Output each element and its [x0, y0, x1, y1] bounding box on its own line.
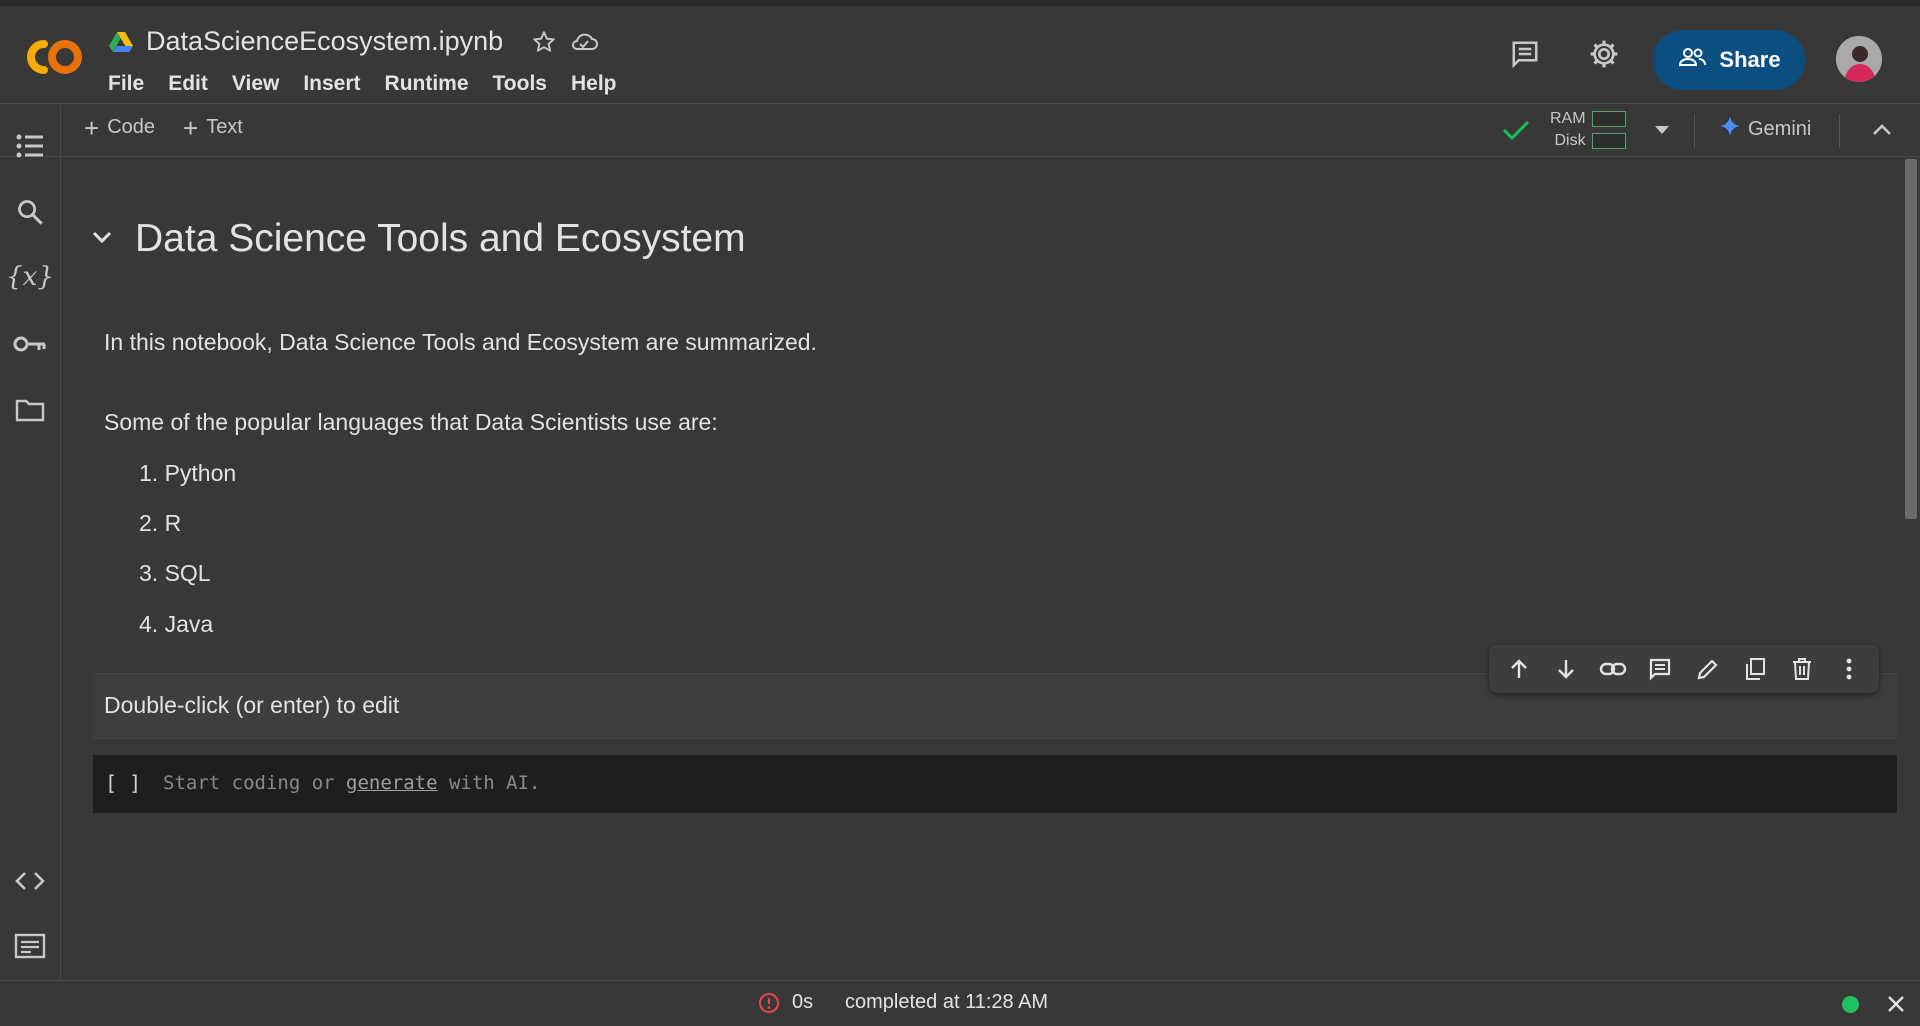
add-code-label: Code — [107, 116, 155, 138]
run-cell-indicator[interactable]: [ ] — [105, 771, 141, 795]
search-icon[interactable] — [10, 192, 50, 232]
table-of-contents-icon[interactable] — [10, 126, 50, 166]
command-palette-icon[interactable] — [10, 926, 50, 966]
share-label: Share — [1719, 47, 1781, 72]
files-folder-icon[interactable] — [10, 390, 50, 430]
share-button[interactable]: Share — [1653, 30, 1805, 90]
comments-icon[interactable] — [1503, 32, 1547, 76]
collapse-section-chevron-icon[interactable] — [91, 230, 113, 249]
menu-help[interactable]: Help — [559, 70, 629, 98]
add-comment-icon[interactable] — [1643, 652, 1677, 686]
status-bar: 0s completed at 11:28 AM — [0, 980, 1920, 1026]
gemini-button[interactable]: Gemini — [1720, 116, 1811, 142]
section-heading: Data Science Tools and Ecosystem — [135, 217, 746, 260]
notebook-content: Data Science Tools and Ecosystem In this… — [61, 157, 1901, 979]
intro-paragraph: In this notebook, Data Science Tools and… — [104, 329, 817, 355]
list-item: 2. R — [139, 510, 182, 536]
menu-view[interactable]: View — [220, 70, 291, 98]
menu-bar: File Edit View Insert Runtime Tools Help — [108, 70, 629, 98]
disk-usage-bar — [1591, 132, 1626, 149]
collapse-header-icon[interactable] — [1860, 108, 1904, 152]
left-sidebar: {𝑥} — [0, 105, 61, 980]
toolbar-divider — [1694, 114, 1695, 148]
people-icon — [1677, 45, 1707, 75]
variables-icon[interactable]: {𝑥} — [6, 257, 54, 297]
code-cell-placeholder[interactable]: Start coding or generate with AI. — [163, 772, 541, 794]
colab-logo[interactable] — [20, 34, 86, 80]
runtime-dropdown-icon[interactable] — [1640, 108, 1684, 152]
more-options-icon[interactable] — [1832, 652, 1866, 686]
menu-runtime[interactable]: Runtime — [373, 70, 481, 98]
menu-edit[interactable]: Edit — [156, 70, 220, 98]
list-item: 1. Python — [139, 460, 237, 486]
add-text-label: Text — [206, 116, 243, 138]
cell-toolbar — [1489, 645, 1879, 693]
delete-trash-icon[interactable] — [1785, 652, 1819, 686]
add-text-button[interactable]: + Text — [183, 112, 243, 143]
resource-monitor[interactable]: RAM Disk — [1550, 108, 1626, 152]
placeholder-text: with AI. — [437, 772, 541, 794]
plus-icon: + — [183, 112, 199, 143]
code-snippets-icon[interactable] — [10, 861, 50, 901]
close-status-icon[interactable] — [1886, 994, 1906, 1019]
execution-duration: 0s — [792, 991, 814, 1013]
title-row: DataScienceEcosystem.ipynb — [106, 26, 599, 57]
toolbar-divider — [1839, 114, 1840, 148]
gemini-label: Gemini — [1748, 117, 1812, 140]
section-heading-row: Data Science Tools and Ecosystem — [91, 217, 746, 261]
move-cell-up-icon[interactable] — [1502, 652, 1536, 686]
mirror-cell-icon[interactable] — [1738, 652, 1772, 686]
menu-file[interactable]: File — [108, 70, 156, 98]
menu-tools[interactable]: Tools — [481, 70, 559, 98]
notebook-toolbar: + Code + Text RAM Disk Gemini — [0, 104, 1920, 157]
plus-icon: + — [84, 112, 100, 143]
add-code-button[interactable]: + Code — [84, 112, 155, 143]
ram-label: RAM — [1550, 110, 1586, 127]
move-cell-down-icon[interactable] — [1549, 652, 1583, 686]
cloud-saved-icon[interactable] — [569, 27, 599, 57]
completion-status: completed at 11:28 AM — [845, 991, 1049, 1013]
runtime-status-dot[interactable] — [1842, 996, 1859, 1013]
vertical-scrollbar[interactable] — [1902, 157, 1920, 979]
placeholder-text: Start coding or — [163, 772, 347, 794]
generate-link[interactable]: generate — [346, 772, 438, 794]
ram-usage-bar — [1591, 110, 1626, 127]
edit-hint: Double-click (or enter) to edit — [104, 692, 400, 718]
edit-pencil-icon[interactable] — [1691, 652, 1725, 686]
connected-check-icon[interactable] — [1494, 108, 1538, 152]
disk-label: Disk — [1554, 132, 1586, 149]
app-header: DataScienceEcosystem.ipynb File Edit Vie… — [0, 6, 1920, 104]
settings-gear-icon[interactable] — [1582, 32, 1626, 76]
scrollbar-thumb[interactable] — [1905, 159, 1917, 519]
gemini-sparkle-icon — [1720, 116, 1740, 142]
list-item: 3. SQL — [139, 560, 211, 586]
list-item: 4. Java — [139, 611, 214, 637]
code-cell[interactable]: [ ] Start coding or generate with AI. — [93, 755, 1897, 813]
error-circle-icon[interactable] — [758, 992, 780, 1019]
notebook-title[interactable]: DataScienceEcosystem.ipynb — [146, 26, 503, 57]
star-icon[interactable] — [529, 27, 559, 57]
secrets-key-icon[interactable] — [10, 324, 50, 364]
menu-insert[interactable]: Insert — [291, 70, 372, 98]
user-avatar[interactable] — [1836, 36, 1882, 82]
languages-intro: Some of the popular languages that Data … — [104, 409, 718, 435]
google-drive-icon[interactable] — [106, 27, 136, 57]
link-icon[interactable] — [1596, 652, 1630, 686]
